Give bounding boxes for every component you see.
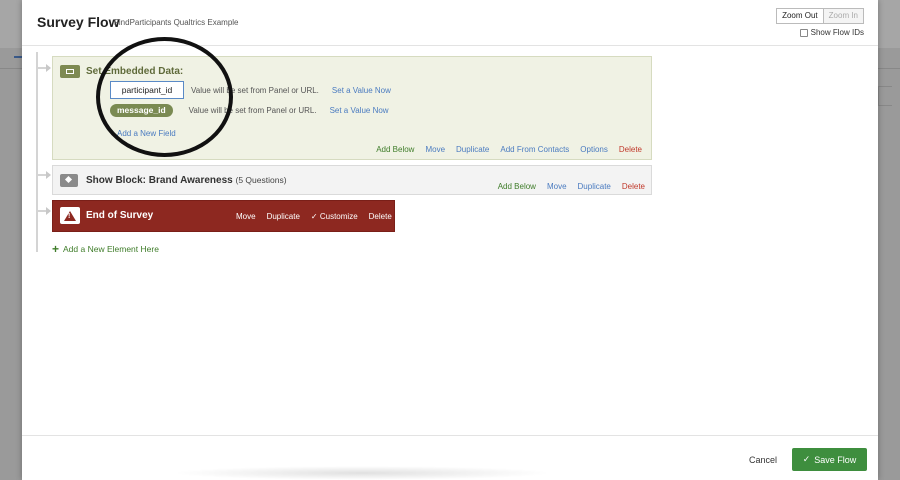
footer-shadow [172, 466, 552, 480]
show-block: Show Block: Brand Awareness (5 Questions… [52, 165, 652, 195]
embedded-block-actions: Add Below Move Duplicate Add From Contac… [376, 145, 642, 154]
save-flow-button[interactable]: ✓ Save Flow [792, 448, 867, 471]
add-new-element-label: Add a New Element Here [63, 244, 159, 254]
connector-arrow-icon [46, 207, 51, 215]
show-block-name: Show Block: Brand Awareness [86, 175, 233, 186]
show-flow-ids-toggle[interactable]: Show Flow IDs [799, 28, 864, 37]
page-title: Survey Flow [37, 14, 120, 30]
modal-footer: Cancel ✓ Save Flow [22, 435, 878, 480]
embedded-data-icon [60, 65, 80, 78]
duplicate-button[interactable]: Duplicate [267, 212, 300, 221]
set-value-link[interactable]: Set a Value Now [330, 106, 389, 115]
move-button[interactable]: Move [236, 212, 256, 221]
annotation-circle [96, 37, 233, 157]
zoom-out-button[interactable]: Zoom Out [776, 8, 824, 24]
checkmark-icon: ✓ [802, 454, 811, 464]
show-block-actions: Add Below Move Duplicate Delete [498, 182, 645, 191]
duplicate-button[interactable]: Duplicate [578, 182, 611, 191]
question-count: (5 Questions) [235, 175, 287, 185]
end-block-actions: Move Duplicate ✓ Customize Delete [236, 212, 392, 221]
connector-arrow-icon [46, 64, 51, 72]
zoom-controls: Zoom Out Zoom In [776, 8, 864, 24]
cancel-button[interactable]: Cancel [749, 455, 777, 465]
options-button[interactable]: Options [580, 145, 608, 154]
end-of-survey-title: End of Survey [86, 210, 154, 221]
add-below-button[interactable]: Add Below [498, 182, 536, 191]
end-of-survey-block: ! End of Survey Move Duplicate ✓ Customi… [52, 200, 395, 232]
background-control [878, 86, 892, 106]
survey-name: FindParticipants Qualtrics Example [114, 18, 239, 27]
add-from-contacts-button[interactable]: Add From Contacts [500, 145, 569, 154]
connector-arrow-icon [46, 171, 51, 179]
set-value-link[interactable]: Set a Value Now [332, 86, 391, 95]
plus-icon: + [52, 242, 60, 256]
save-flow-label: Save Flow [814, 454, 857, 465]
add-below-button[interactable]: Add Below [376, 145, 414, 154]
zoom-in-button[interactable]: Zoom In [823, 8, 864, 24]
duplicate-button[interactable]: Duplicate [456, 145, 489, 154]
delete-button[interactable]: Delete [622, 182, 645, 191]
delete-button[interactable]: Delete [619, 145, 642, 154]
block-icon [60, 174, 78, 187]
warning-icon: ! [60, 207, 80, 224]
survey-flow-modal: Survey Flow FindParticipants Qualtrics E… [22, 0, 878, 480]
show-flow-ids-label: Show Flow IDs [810, 28, 864, 37]
delete-button[interactable]: Delete [369, 212, 392, 221]
add-new-element-button[interactable]: + Add a New Element Here [52, 242, 159, 256]
customize-button[interactable]: ✓ Customize [311, 212, 358, 221]
show-block-title: Show Block: Brand Awareness (5 Questions… [86, 175, 287, 186]
move-button[interactable]: Move [425, 145, 445, 154]
show-flow-ids-checkbox[interactable] [799, 28, 808, 37]
move-button[interactable]: Move [547, 182, 567, 191]
flow-spine [36, 52, 38, 252]
